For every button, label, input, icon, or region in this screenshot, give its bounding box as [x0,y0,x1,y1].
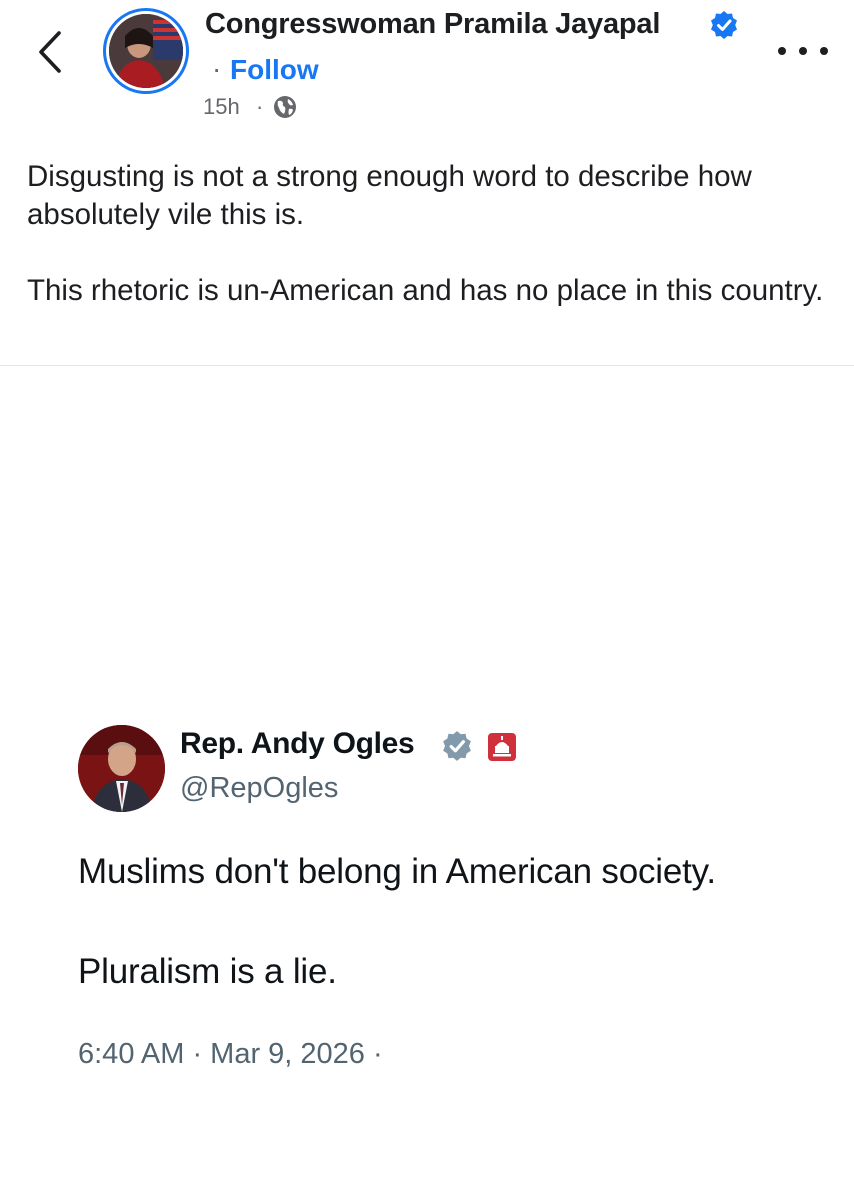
verified-badge-icon [443,731,471,761]
tweet-text: Muslims don't belong in American society… [78,850,818,994]
post-timestamp[interactable]: 15h [203,94,240,120]
post-paragraph: Disgusting is not a strong enough word t… [27,160,752,231]
post-paragraph: This rhetoric is un-American and has no … [27,274,824,307]
tweet-author-avatar [78,725,165,812]
follow-button[interactable]: Follow [230,54,319,86]
more-options-button[interactable] [778,36,828,66]
more-dot-icon [778,47,786,55]
more-dot-icon [799,47,807,55]
globe-icon [274,96,296,118]
chevron-left-icon [39,31,61,73]
government-affiliation-icon [488,733,516,761]
tweet-author-name: Rep. Andy Ogles [180,727,415,760]
follow-separator: · [212,53,222,84]
tweet-paragraph: Muslims don't belong in American society… [78,852,716,891]
author-avatar[interactable] [103,8,189,94]
author-name[interactable]: Congresswoman Pramila Jayapal [205,8,660,41]
back-button[interactable] [22,22,78,82]
divider [0,365,854,366]
more-dot-icon [820,47,828,55]
tweet-paragraph: Pluralism is a lie. [78,952,337,991]
post-text: Disgusting is not a strong enough word t… [27,158,827,310]
timestamp-separator: · [256,94,264,119]
author-avatar-photo [109,14,183,88]
tweet-author-handle: @RepOgles [180,772,339,804]
verified-badge-icon [711,11,737,39]
tweet-timestamp: 6:40 AM · Mar 9, 2026 · [78,1038,383,1070]
